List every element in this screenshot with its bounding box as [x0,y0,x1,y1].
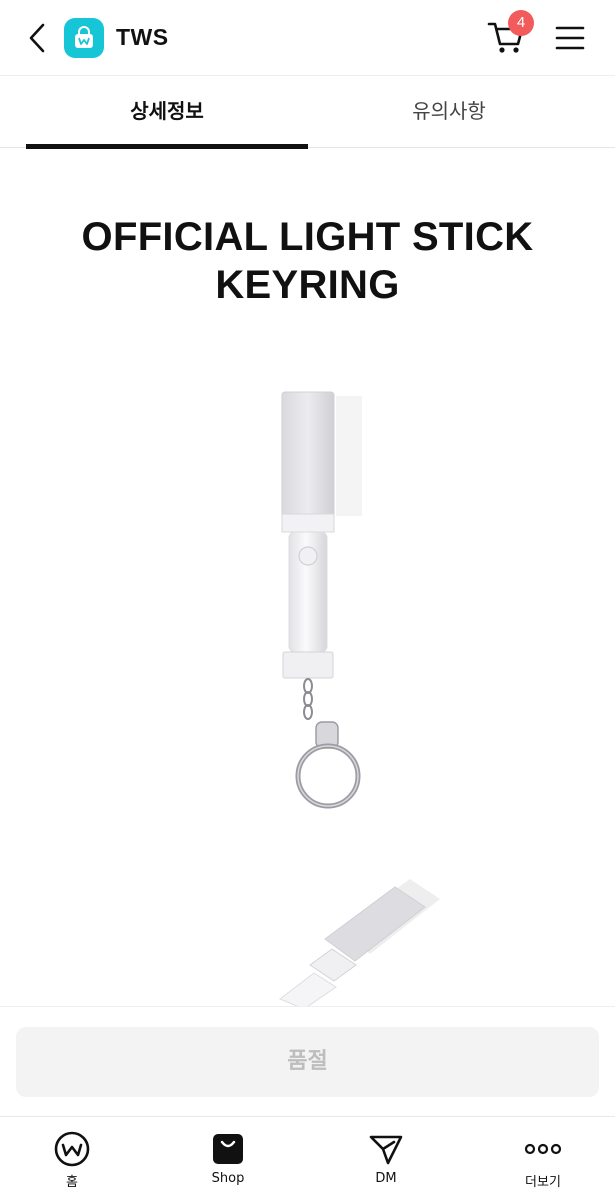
product-title: OFFICIAL LIGHT STICK KEYRING [0,213,615,309]
nav-item-shop[interactable]: Shop [168,1117,288,1200]
chevron-left-icon [29,23,45,53]
nav-label-more: 더보기 [525,1175,561,1190]
nav-item-dm[interactable]: DM [326,1117,446,1200]
nav-label-shop: Shop [211,1171,245,1186]
product-title-line-1: OFFICIAL LIGHT STICK [81,215,534,259]
product-title-line-2: KEYRING [215,263,400,307]
top-app-bar: TWS 4 [0,0,615,76]
product-detail-content: OFFICIAL LIGHT STICK KEYRING [0,149,615,1006]
light-stick-angle-image [279,879,440,1006]
light-stick-keyring-image [281,391,362,809]
bottom-navigation: 홈 Shop DM 더보기 [0,1116,615,1200]
nav-item-more[interactable]: 더보기 [483,1117,603,1200]
tab-details[interactable]: 상세정보 [26,76,308,149]
shopping-bag-icon [208,1129,248,1169]
weverse-shop-bag-icon [75,26,93,48]
cart-count-badge: 4 [508,10,534,36]
page-title: TWS [116,24,169,50]
back-button[interactable] [22,20,52,56]
nav-label-home: 홈 [66,1175,78,1190]
paper-plane-icon [366,1129,406,1169]
more-dots-icon [523,1129,563,1169]
nav-item-home[interactable]: 홈 [12,1117,132,1200]
purchase-bar: 품절 [0,1006,615,1116]
detail-tabs: 상세정보 유의사항 [0,76,615,149]
weverse-shop-logo[interactable] [64,18,104,58]
hamburger-menu-icon [555,26,585,50]
sold-out-button[interactable]: 품절 [16,1027,599,1097]
nav-label-dm: DM [375,1171,397,1186]
tab-notice[interactable]: 유의사항 [308,76,590,148]
weverse-home-icon [52,1129,92,1169]
menu-button[interactable] [553,20,587,56]
